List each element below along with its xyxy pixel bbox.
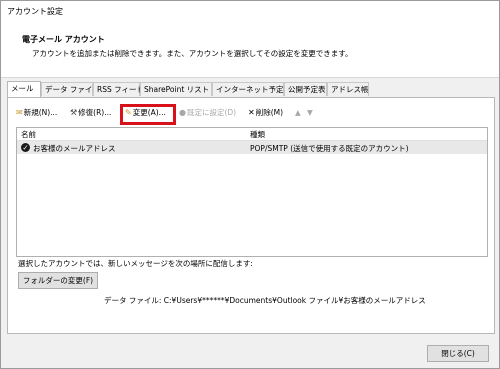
- header-description: アカウントを追加または削除できます。また、アカウントを選択してその設定を変更でき…: [32, 49, 353, 58]
- window-title: アカウント設定: [7, 7, 63, 16]
- tab-sharepoint-lists[interactable]: SharePoint リスト: [140, 82, 212, 96]
- data-file-path: データ ファイル: C:¥Users¥******¥Documents¥Outl…: [104, 296, 426, 305]
- account-name: お客様のメールアドレス: [33, 144, 116, 153]
- arrow-up-icon[interactable]: ▲: [295, 107, 301, 119]
- delete-icon: ✕: [248, 108, 255, 117]
- header-title: 電子メール アカウント: [22, 35, 105, 44]
- dialog-footer: 閉じる(C): [1, 334, 499, 368]
- repair-account-label: 修復(R)...: [78, 108, 112, 117]
- delivery-notice: 選択したアカウントでは、新しいメッセージを次の場所に配信します:: [18, 259, 253, 268]
- tab-published-calendars[interactable]: 公開予定表: [284, 82, 327, 96]
- close-button[interactable]: 閉じる(C): [427, 345, 489, 362]
- list-header: 名前 種類: [17, 128, 487, 141]
- account-type: POP/SMTP (送信で使用する既定のアカウント): [250, 144, 409, 153]
- new-account-label: 新規(N)...: [23, 108, 58, 117]
- delete-account-label: 削除(M): [255, 108, 284, 117]
- new-mail-icon: ✉: [16, 108, 23, 117]
- delete-account-button[interactable]: ✕削除(M): [248, 107, 283, 119]
- new-account-button[interactable]: ✉新規(N)...: [16, 107, 57, 119]
- set-default-icon: ●: [179, 108, 186, 117]
- set-default-button[interactable]: ●既定に設定(D): [179, 107, 236, 119]
- account-settings-window: アカウント設定 電子メール アカウント アカウントを追加または削除できます。また…: [0, 0, 500, 369]
- default-account-check-icon: ✓: [21, 143, 30, 152]
- table-row[interactable]: ✓ お客様のメールアドレス POP/SMTP (送信で使用する既定のアカウント): [17, 141, 487, 154]
- column-name[interactable]: 名前: [21, 129, 36, 140]
- tab-mail[interactable]: メール: [7, 81, 41, 97]
- account-toolbar: ✉新規(N)... ⚒修復(R)... ✎変更(A)... ●既定に設定(D) …: [8, 104, 494, 122]
- change-folder-button[interactable]: フォルダーの変更(F): [18, 272, 98, 289]
- dialog-header: 電子メール アカウント アカウントを追加または削除できます。また、アカウントを選…: [1, 21, 499, 78]
- mail-tab-panel: ✉新規(N)... ⚒修復(R)... ✎変更(A)... ●既定に設定(D) …: [7, 97, 495, 334]
- tab-data-files[interactable]: データ ファイル: [41, 82, 100, 96]
- change-button-highlight: [120, 104, 176, 125]
- set-default-label: 既定に設定(D): [186, 108, 237, 117]
- repair-account-button[interactable]: ⚒修復(R)...: [70, 107, 111, 119]
- title-bar: アカウント設定: [1, 1, 499, 21]
- tab-internet-calendars[interactable]: インターネット予定表: [212, 82, 291, 96]
- account-list[interactable]: 名前 種類 ✓ お客様のメールアドレス POP/SMTP (送信で使用する既定の…: [16, 127, 488, 257]
- column-type[interactable]: 種類: [250, 129, 265, 140]
- arrow-down-icon[interactable]: ▼: [307, 107, 313, 119]
- tab-rss-feeds[interactable]: RSS フィード: [93, 82, 144, 96]
- tab-address-books[interactable]: アドレス帳: [327, 82, 369, 96]
- repair-icon: ⚒: [70, 108, 78, 117]
